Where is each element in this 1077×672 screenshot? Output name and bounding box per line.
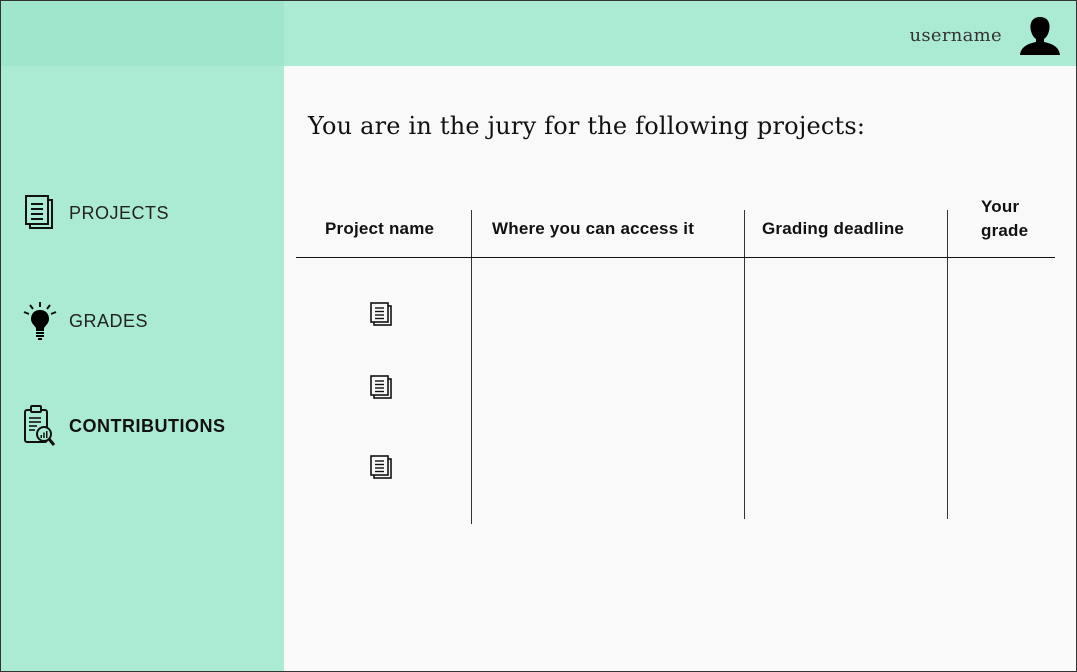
user-avatar-icon[interactable] xyxy=(1018,15,1062,55)
document-icon[interactable] xyxy=(369,454,393,480)
sidebar-item-contributions[interactable]: CONTRIBUTIONS xyxy=(23,404,226,448)
lightbulb-icon xyxy=(23,302,57,340)
column-header-deadline: Grading deadline xyxy=(762,219,905,238)
document-icon[interactable] xyxy=(369,374,393,400)
document-icon[interactable] xyxy=(369,301,393,327)
main-content: You are in the jury for the following pr… xyxy=(284,66,1076,671)
clipboard-search-icon xyxy=(24,405,56,446)
column-header-project-name: Project name xyxy=(325,219,435,238)
sidebar-item-projects[interactable]: PROJECTS xyxy=(23,194,169,232)
header-divider xyxy=(296,257,1055,258)
top-bar: username xyxy=(1,1,1076,66)
logo-area xyxy=(1,1,284,66)
page-title: You are in the jury for the following pr… xyxy=(308,112,866,140)
sidebar-item-label: CONTRIBUTIONS xyxy=(69,415,226,436)
column-header-grade: Your grade xyxy=(981,197,1029,240)
sidebar-item-grades[interactable]: GRADES xyxy=(23,302,148,340)
sidebar-item-label: GRADES xyxy=(69,310,149,331)
username-label: username xyxy=(909,24,1002,46)
document-icon xyxy=(25,195,53,229)
user-menu[interactable]: username xyxy=(909,15,1062,55)
app-window: username PROJECTS GRADES CONTRIBUTIONS Y… xyxy=(0,0,1077,672)
column-header-access: Where you can access it xyxy=(492,219,695,238)
sidebar-item-label: PROJECTS xyxy=(69,202,170,223)
sidebar: PROJECTS GRADES CONTRIBUTIONS xyxy=(1,66,284,671)
